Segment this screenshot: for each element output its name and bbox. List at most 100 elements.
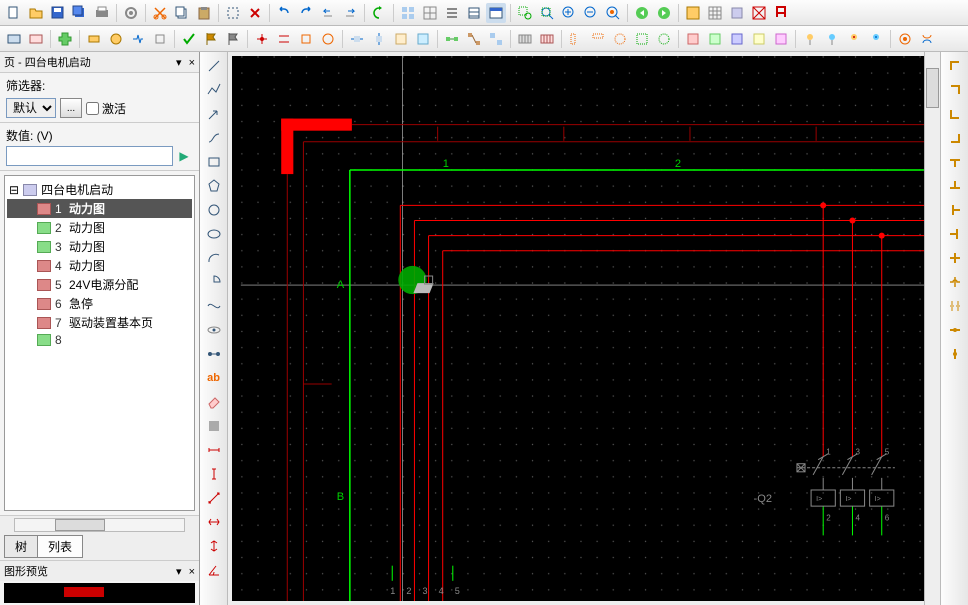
rt-corner-tl[interactable] — [945, 56, 965, 76]
tb2-sym4[interactable] — [150, 29, 170, 49]
tree-page-1[interactable]: 1 动力图 — [7, 199, 192, 218]
tb-refresh[interactable] — [369, 3, 389, 23]
tb2-b1[interactable] — [442, 29, 462, 49]
tree-project-node[interactable]: ⊟ 四台电机启动 — [7, 180, 192, 199]
tree-page-8[interactable]: 8 — [7, 332, 192, 348]
tb-list1[interactable] — [442, 3, 462, 23]
expand-icon[interactable]: ⊟ — [9, 183, 19, 197]
tb-copy[interactable] — [172, 3, 192, 23]
vt-dim-h[interactable] — [204, 440, 224, 460]
vt-node[interactable] — [204, 344, 224, 364]
tb-paste[interactable] — [194, 3, 214, 23]
tb2-d5[interactable] — [654, 29, 674, 49]
vt-polyline[interactable] — [204, 80, 224, 100]
tb2-d2[interactable] — [588, 29, 608, 49]
preview-body[interactable] — [4, 583, 195, 603]
tb-print[interactable] — [92, 3, 112, 23]
tree-page-4[interactable]: 4 动力图 — [7, 256, 192, 275]
rt-tee-r[interactable] — [945, 200, 965, 220]
vt-arrow[interactable] — [204, 104, 224, 124]
tb2-a2[interactable] — [369, 29, 389, 49]
panel-pin-icon[interactable]: ▾ — [176, 57, 182, 69]
tree-hscroll[interactable] — [0, 515, 199, 533]
tb-layer2[interactable] — [705, 3, 725, 23]
vt-dim-v[interactable] — [204, 464, 224, 484]
tb2-f3[interactable] — [844, 29, 864, 49]
tb-cut[interactable] — [150, 3, 170, 23]
tb2-c2[interactable] — [537, 29, 557, 49]
tb2-sym2[interactable] — [106, 29, 126, 49]
tb-list2[interactable] — [464, 3, 484, 23]
tb2-conn2[interactable] — [274, 29, 294, 49]
tb2-e1[interactable] — [683, 29, 703, 49]
tb-undo-list[interactable] — [318, 3, 338, 23]
tb2-conn1[interactable] — [252, 29, 272, 49]
tb2-b2[interactable] — [464, 29, 484, 49]
tb-zoom-fit[interactable] — [603, 3, 623, 23]
tb-layer1[interactable] — [683, 3, 703, 23]
tb-zoom-window[interactable] — [515, 3, 535, 23]
tb-nav-fwd[interactable] — [654, 3, 674, 23]
tb2-flag[interactable] — [201, 29, 221, 49]
vt-poly[interactable] — [204, 176, 224, 196]
tb2-1[interactable] — [4, 29, 24, 49]
vt-ellipse[interactable] — [204, 224, 224, 244]
tb2-a1[interactable] — [347, 29, 367, 49]
tb-settings[interactable] — [121, 3, 141, 23]
activate-checkbox[interactable] — [86, 102, 99, 115]
vt-text[interactable]: ab — [204, 368, 224, 388]
vt-view[interactable] — [204, 320, 224, 340]
tb2-d3[interactable] — [610, 29, 630, 49]
tree-page-7[interactable]: 7 驱动装置基本页 — [7, 313, 192, 332]
tb2-e3[interactable] — [727, 29, 747, 49]
tb2-f1[interactable] — [800, 29, 820, 49]
rt-node-v[interactable] — [945, 344, 965, 364]
tb-select[interactable] — [223, 3, 243, 23]
tb2-c1[interactable] — [515, 29, 535, 49]
tree-page-2[interactable]: 2 动力图 — [7, 218, 192, 237]
tb2-g2[interactable] — [917, 29, 937, 49]
rt-corner-bl[interactable] — [945, 104, 965, 124]
preview-pin-icon[interactable]: ▾ — [176, 566, 182, 578]
rt-corner-tr[interactable] — [945, 80, 965, 100]
tb-nav-back[interactable] — [632, 3, 652, 23]
tb-layer3[interactable] — [727, 3, 747, 23]
tb-undo[interactable] — [274, 3, 294, 23]
vt-curve[interactable] — [204, 128, 224, 148]
tb2-e4[interactable] — [749, 29, 769, 49]
tb2-sym3[interactable] — [128, 29, 148, 49]
rt-jumper[interactable] — [945, 272, 965, 292]
vt-dim-r[interactable] — [204, 512, 224, 532]
page-tree[interactable]: ⊟ 四台电机启动 1 动力图 2 动力图 3 动力图 4 — [4, 175, 195, 511]
filter-select[interactable]: 默认 — [6, 98, 56, 118]
tb-zoom-extent[interactable] — [537, 3, 557, 23]
vt-dim-d[interactable] — [204, 536, 224, 556]
tb2-d4[interactable] — [632, 29, 652, 49]
tb-zoom-in[interactable] — [559, 3, 579, 23]
schematic-canvas[interactable]: 1 2 A B 1 2 3 4 5 -Q2 1 3 5 2 4 6 I> — [232, 56, 936, 601]
tb2-e2[interactable] — [705, 29, 725, 49]
rt-node-h[interactable] — [945, 320, 965, 340]
vt-arc[interactable] — [204, 248, 224, 268]
vt-rect[interactable] — [204, 152, 224, 172]
panel-close-icon[interactable]: × — [189, 57, 195, 69]
filter-more-button[interactable]: ... — [60, 98, 82, 118]
tb2-conn4[interactable] — [318, 29, 338, 49]
tb-save[interactable] — [48, 3, 68, 23]
vt-pie[interactable] — [204, 272, 224, 292]
tb2-sym1[interactable] — [84, 29, 104, 49]
canvas-vscroll[interactable] — [924, 52, 940, 605]
rt-tee-d[interactable] — [945, 152, 965, 172]
tb2-a3[interactable] — [391, 29, 411, 49]
rt-tee-l[interactable] — [945, 224, 965, 244]
tb-grid2[interactable] — [420, 3, 440, 23]
tb-save-all[interactable] — [70, 3, 90, 23]
value-apply-icon[interactable]: ▶ — [175, 147, 193, 165]
tb2-2[interactable] — [26, 29, 46, 49]
tb2-d1[interactable] — [566, 29, 586, 49]
tb-window[interactable] — [486, 3, 506, 23]
vt-dim-ang[interactable] — [204, 560, 224, 580]
rt-break[interactable] — [945, 296, 965, 316]
tab-tree[interactable]: 树 — [4, 535, 38, 558]
tb2-f4[interactable] — [866, 29, 886, 49]
